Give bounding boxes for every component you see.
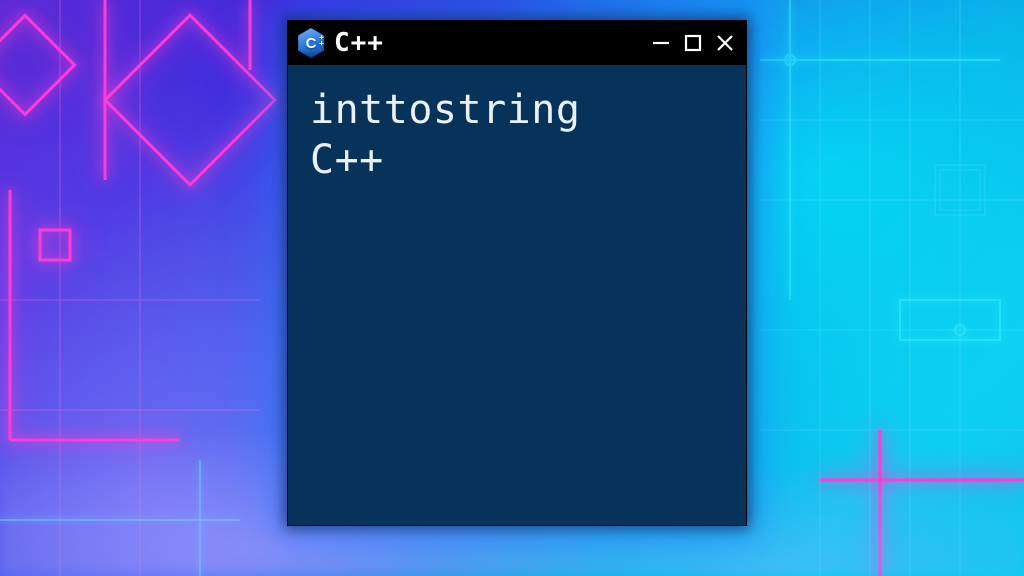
body-line-1: inttostring	[310, 87, 580, 133]
app-window: C ++ C++ inttostring C++	[287, 20, 747, 526]
close-icon[interactable]	[714, 32, 736, 54]
maximize-icon[interactable]	[682, 32, 704, 54]
minimize-icon[interactable]	[650, 32, 672, 54]
body-line-2: C++	[310, 137, 384, 183]
window-controls	[650, 32, 736, 54]
cpp-icon: C ++	[296, 28, 326, 58]
window-body: inttostring C++	[288, 65, 746, 525]
window-title: C++	[334, 28, 384, 58]
titlebar[interactable]: C ++ C++	[288, 21, 746, 65]
